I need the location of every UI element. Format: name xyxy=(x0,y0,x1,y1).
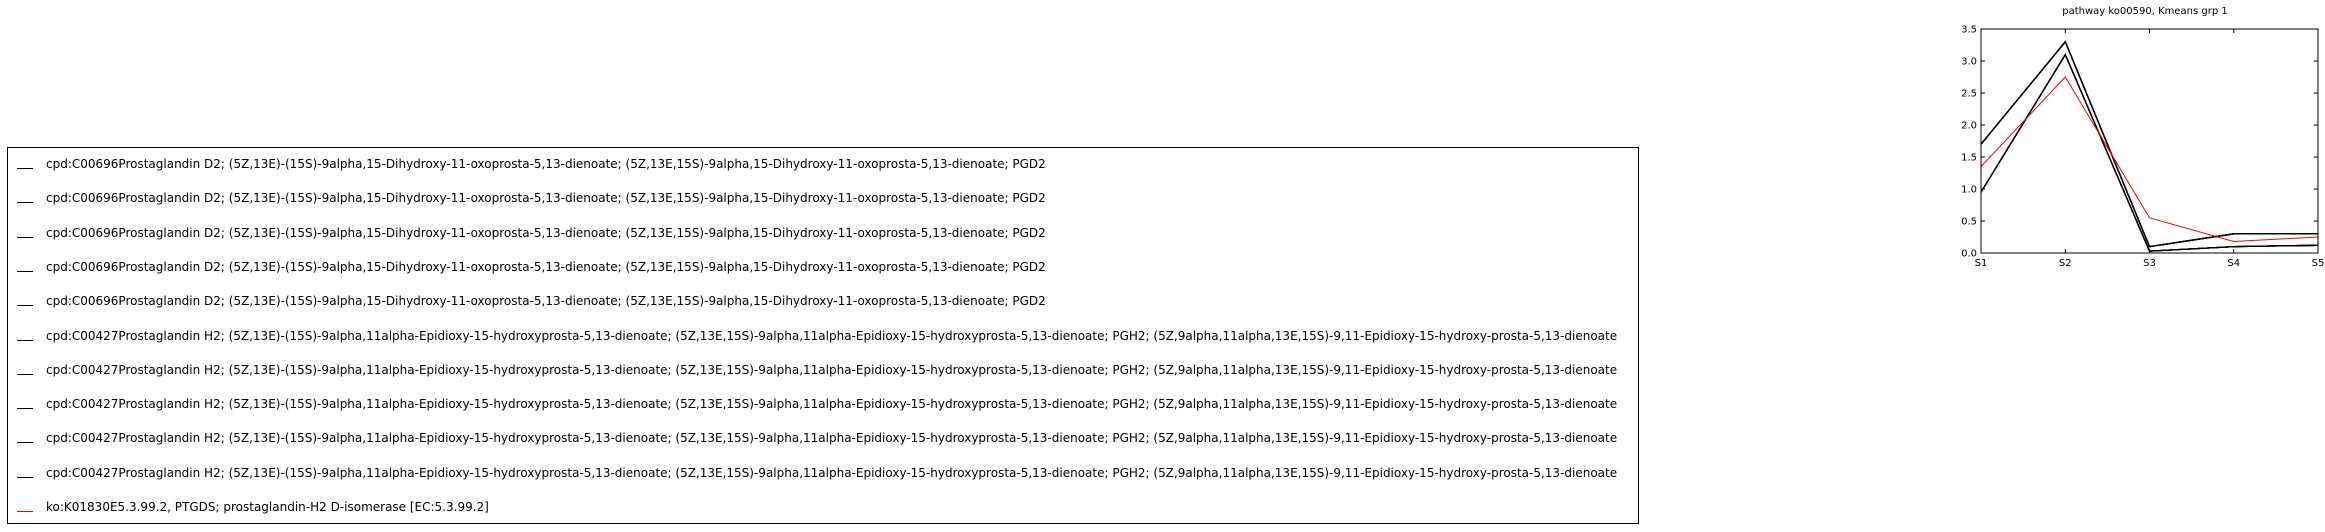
y-tick-label: 1.5 xyxy=(1961,153,1977,164)
y-tick-label: 0.5 xyxy=(1961,217,1977,228)
y-tick-label: 3.0 xyxy=(1961,57,1977,68)
y-tick-label: 2.5 xyxy=(1961,89,1977,100)
y-tick-label: 1.0 xyxy=(1961,185,1977,196)
series-line-2 xyxy=(1981,42,2318,247)
x-tick-label: S4 xyxy=(2227,258,2240,269)
series-line-7 xyxy=(1981,55,2318,252)
x-tick-label: S1 xyxy=(1975,258,1988,269)
series-line-1 xyxy=(1981,42,2318,247)
series-line-8 xyxy=(1981,55,2318,252)
x-tick-label: S2 xyxy=(2059,258,2072,269)
series-line-9 xyxy=(1981,55,2318,252)
line-chart: pathway ko00590, Kmeans grp 1 0.00.51.01… xyxy=(0,0,2325,532)
x-tick-label: S5 xyxy=(2312,258,2325,269)
plot-area-frame xyxy=(1981,29,2318,253)
x-tick-label: S3 xyxy=(2143,258,2156,269)
series-line-11 xyxy=(1981,77,2318,242)
series-line-10 xyxy=(1981,55,2318,252)
series-lines xyxy=(1981,42,2318,251)
chart-title: pathway ko00590, Kmeans grp 1 xyxy=(2062,6,2228,17)
series-line-5 xyxy=(1981,42,2318,247)
y-tick-label: 3.5 xyxy=(1961,25,1977,36)
y-tick-label: 2.0 xyxy=(1961,121,1977,132)
axis-ticks: 0.00.51.01.52.02.53.03.5S1 S2 S3 S4 S5 xyxy=(1961,25,2324,270)
series-line-6 xyxy=(1981,55,2318,252)
series-line-3 xyxy=(1981,42,2318,247)
series-line-4 xyxy=(1981,42,2318,247)
